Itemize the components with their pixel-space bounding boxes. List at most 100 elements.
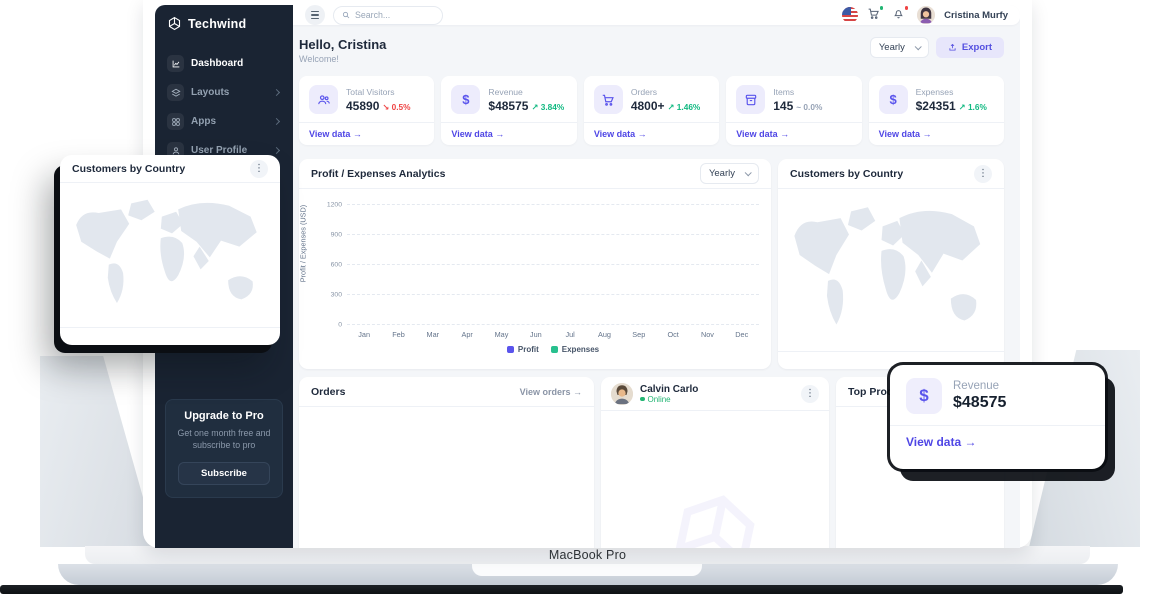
stat-value: 4800+↗ 1.46%	[631, 99, 701, 113]
subscribe-button[interactable]: Subscribe	[178, 462, 270, 485]
hamburger-icon[interactable]	[305, 5, 325, 25]
legend-expenses: Expenses	[551, 345, 599, 354]
brand-name: Techwind	[188, 17, 246, 31]
topbar-right: Cristina Murfy	[842, 6, 1008, 24]
chat-online-status: Online	[640, 395, 698, 404]
content: Hello, Cristina Welcome! Yearly Export	[293, 25, 1020, 548]
brand[interactable]: Techwind	[155, 5, 293, 41]
sidebar-item-layouts[interactable]: Layouts	[155, 78, 293, 107]
box-icon	[736, 85, 765, 114]
chart-icon	[167, 55, 184, 72]
world-map-svg	[786, 195, 996, 345]
dashboard: Techwind Dashboard Layouts Apps User Pro…	[155, 5, 1020, 548]
kebab-menu-icon[interactable]: ⋮	[250, 160, 268, 178]
page-title: Hello, Cristina	[299, 37, 386, 52]
dollar-icon: $	[451, 85, 480, 114]
macbook-mockup: MacBook Pro Techwind Dashboard Layouts A…	[0, 0, 1175, 594]
search-input[interactable]	[355, 10, 434, 20]
orders-header-row	[299, 407, 594, 431]
chevron-right-icon	[273, 147, 280, 154]
cart-icon	[594, 85, 623, 114]
user-name[interactable]: Cristina Murfy	[944, 10, 1008, 21]
users-icon	[309, 85, 338, 114]
charts-row: Profit / Expenses Analytics Yearly Profi…	[299, 159, 1004, 369]
chevron-right-icon	[273, 89, 280, 96]
hexagon-logo-icon	[167, 16, 182, 31]
stat-value: 45890↘ 0.5%	[346, 99, 411, 113]
greeting-row: Hello, Cristina Welcome! Yearly Export	[299, 37, 1004, 64]
sidebar-item-apps[interactable]: Apps	[155, 107, 293, 136]
view-orders-link[interactable]: View orders	[520, 387, 582, 397]
customers-stats	[60, 327, 280, 345]
kebab-menu-icon[interactable]: ⋮	[801, 385, 819, 403]
chat-contact-name: Calvin Carlo	[640, 384, 698, 395]
user-avatar[interactable]	[917, 6, 935, 24]
y-axis-label: Profit / Expenses (USD)	[299, 159, 308, 334]
y-tick: 1200	[327, 202, 342, 209]
analytics-card: Profit / Expenses Analytics Yearly Profi…	[299, 159, 771, 369]
legend-profit: Profit	[507, 345, 539, 354]
search-icon	[342, 11, 350, 19]
chevron-down-icon	[915, 43, 922, 50]
view-data-link[interactable]: View data	[890, 425, 1105, 458]
period-select[interactable]: Yearly	[870, 37, 929, 58]
laptop-notch	[472, 564, 702, 576]
world-map	[60, 183, 280, 327]
world-map-svg	[68, 189, 272, 321]
laptop-shadow	[0, 585, 1123, 594]
plot-area: 03006009001200	[347, 205, 759, 325]
bar-chart: Profit / Expenses (USD) 03006009001200 J…	[299, 189, 771, 354]
cart-icon[interactable]	[867, 7, 883, 23]
laptop-deck: MacBook Pro	[85, 546, 1090, 564]
y-tick: 0	[338, 322, 342, 329]
grid-icon	[167, 113, 184, 130]
view-data-link[interactable]: View data	[726, 122, 861, 145]
stat-label: Expenses	[916, 87, 987, 97]
search-box	[333, 6, 443, 25]
y-tick: 600	[331, 262, 342, 269]
page-subtitle: Welcome!	[299, 54, 386, 64]
brand-watermark-icon	[658, 480, 772, 548]
upgrade-panel: Upgrade to Pro Get one month free and su…	[165, 399, 283, 498]
stats-row: Total Visitors 45890↘ 0.5% View data $ R…	[299, 76, 1004, 145]
stat-label: Total Visitors	[346, 87, 411, 97]
stat-value: $24351↗ 1.6%	[916, 99, 987, 113]
view-data-link[interactable]: View data	[441, 122, 576, 145]
dollar-icon: $	[879, 85, 908, 114]
view-data-link[interactable]: View data	[869, 122, 1004, 145]
chevron-right-icon	[273, 118, 280, 125]
bell-icon[interactable]	[892, 7, 908, 23]
macbook-label: MacBook Pro	[549, 548, 626, 562]
customers-card: Customers by Country ⋮	[778, 159, 1004, 369]
chat-header: Calvin Carlo Online ⋮	[601, 377, 829, 411]
stat-value: 145~ 0.0%	[773, 99, 822, 113]
stat-label: Orders	[631, 87, 701, 97]
stat-label: Items	[773, 87, 822, 97]
stat-card: Items 145~ 0.0% View data	[726, 76, 861, 145]
sidebar-item-dashboard[interactable]: Dashboard	[155, 49, 293, 78]
customers-title: Customers by Country	[72, 163, 185, 175]
upgrade-title: Upgrade to Pro	[174, 410, 274, 422]
kebab-menu-icon[interactable]: ⋮	[974, 165, 992, 183]
view-data-link[interactable]: View data	[584, 122, 719, 145]
upgrade-desc: Get one month free and subscribe to pro	[174, 427, 274, 452]
stat-label: Revenue	[488, 87, 564, 97]
y-tick: 900	[331, 232, 342, 239]
stat-card: Total Visitors 45890↘ 0.5% View data	[299, 76, 434, 145]
analytics-period-select[interactable]: Yearly	[700, 163, 759, 184]
orders-title: Orders	[311, 386, 345, 398]
dollar-icon: $	[906, 378, 942, 414]
chat-contact-avatar	[611, 383, 633, 405]
orders-card: Orders View orders	[299, 377, 594, 548]
laptop-body-left	[40, 356, 157, 547]
view-data-link[interactable]: View data	[299, 122, 434, 145]
analytics-title: Profit / Expenses Analytics	[311, 168, 445, 180]
stat-card: $ Expenses $24351↗ 1.6% View data	[869, 76, 1004, 145]
upload-icon	[948, 43, 957, 52]
chart-legend: Profit Expenses	[347, 345, 759, 354]
export-button[interactable]: Export	[936, 37, 1004, 58]
world-map	[778, 189, 1004, 351]
topbar: Cristina Murfy	[293, 5, 1020, 25]
y-tick: 300	[331, 292, 342, 299]
flag-us-icon[interactable]	[842, 7, 858, 23]
